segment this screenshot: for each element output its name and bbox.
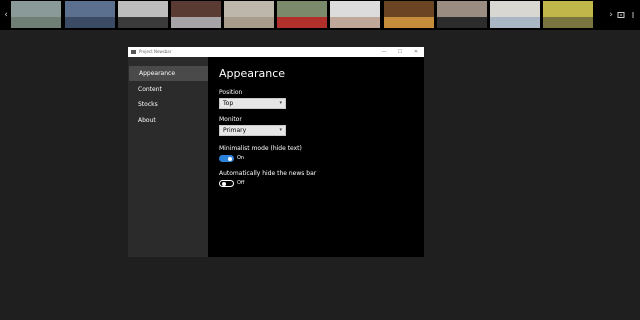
close-button[interactable]: ✕ (408, 47, 424, 57)
monitor-label: Monitor (219, 116, 242, 123)
settings-content: Appearance Position Top ▾ Monitor Primar… (208, 57, 424, 257)
news-thumbnail[interactable] (277, 1, 327, 28)
app-icon (131, 50, 136, 54)
position-value: Top (223, 100, 234, 107)
news-bar: ‹ › (0, 0, 640, 30)
news-thumbnail[interactable] (543, 1, 593, 28)
title-bar[interactable]: Project Newsbar — ☐ ✕ (128, 47, 424, 57)
minimalist-mode-state: On (237, 155, 245, 161)
news-thumbnail[interactable] (384, 1, 434, 28)
maximize-button[interactable]: ☐ (392, 47, 408, 57)
autohide-label: Automatically hide the news bar (219, 170, 317, 177)
next-arrow-icon[interactable]: › (606, 0, 616, 30)
chevron-down-icon: ▾ (279, 100, 282, 106)
minimalist-mode-label: Minimalist mode (hide text) (219, 145, 302, 152)
news-thumbnail[interactable] (118, 1, 168, 28)
position-dropdown[interactable]: Top ▾ (219, 98, 286, 109)
minimalist-mode-toggle[interactable] (219, 155, 234, 162)
sidebar-item-stocks[interactable]: Stocks (128, 97, 208, 112)
chevron-down-icon: ▾ (279, 127, 282, 133)
settings-icon[interactable] (617, 11, 625, 19)
sidebar-item-about[interactable]: About (128, 113, 208, 128)
news-thumbnail[interactable] (65, 1, 115, 28)
window-title: Project Newsbar (139, 49, 172, 54)
position-label: Position (219, 89, 243, 96)
autohide-state: Off (237, 180, 245, 186)
sidebar-item-content[interactable]: Content (128, 82, 208, 97)
monitor-value: Primary (223, 127, 247, 134)
more-icon[interactable] (629, 11, 637, 19)
toggle-knob (228, 156, 232, 161)
news-thumbnail[interactable] (171, 1, 221, 28)
monitor-dropdown[interactable]: Primary ▾ (219, 125, 286, 136)
previous-arrow-icon[interactable]: ‹ (1, 0, 11, 30)
minimize-button[interactable]: — (376, 47, 392, 57)
page-title: Appearance (219, 67, 286, 80)
news-thumbnail[interactable] (224, 1, 274, 28)
news-thumbnail[interactable] (490, 1, 540, 28)
toggle-knob (222, 182, 226, 186)
settings-window: Project Newsbar — ☐ ✕ Appearance Content… (128, 47, 424, 257)
autohide-toggle[interactable] (219, 180, 234, 187)
settings-sidebar: Appearance Content Stocks About (128, 57, 208, 257)
news-thumbnail[interactable] (437, 1, 487, 28)
news-thumbnail[interactable] (11, 1, 61, 28)
news-thumbnail[interactable] (330, 1, 380, 28)
sidebar-item-appearance[interactable]: Appearance (129, 66, 208, 81)
